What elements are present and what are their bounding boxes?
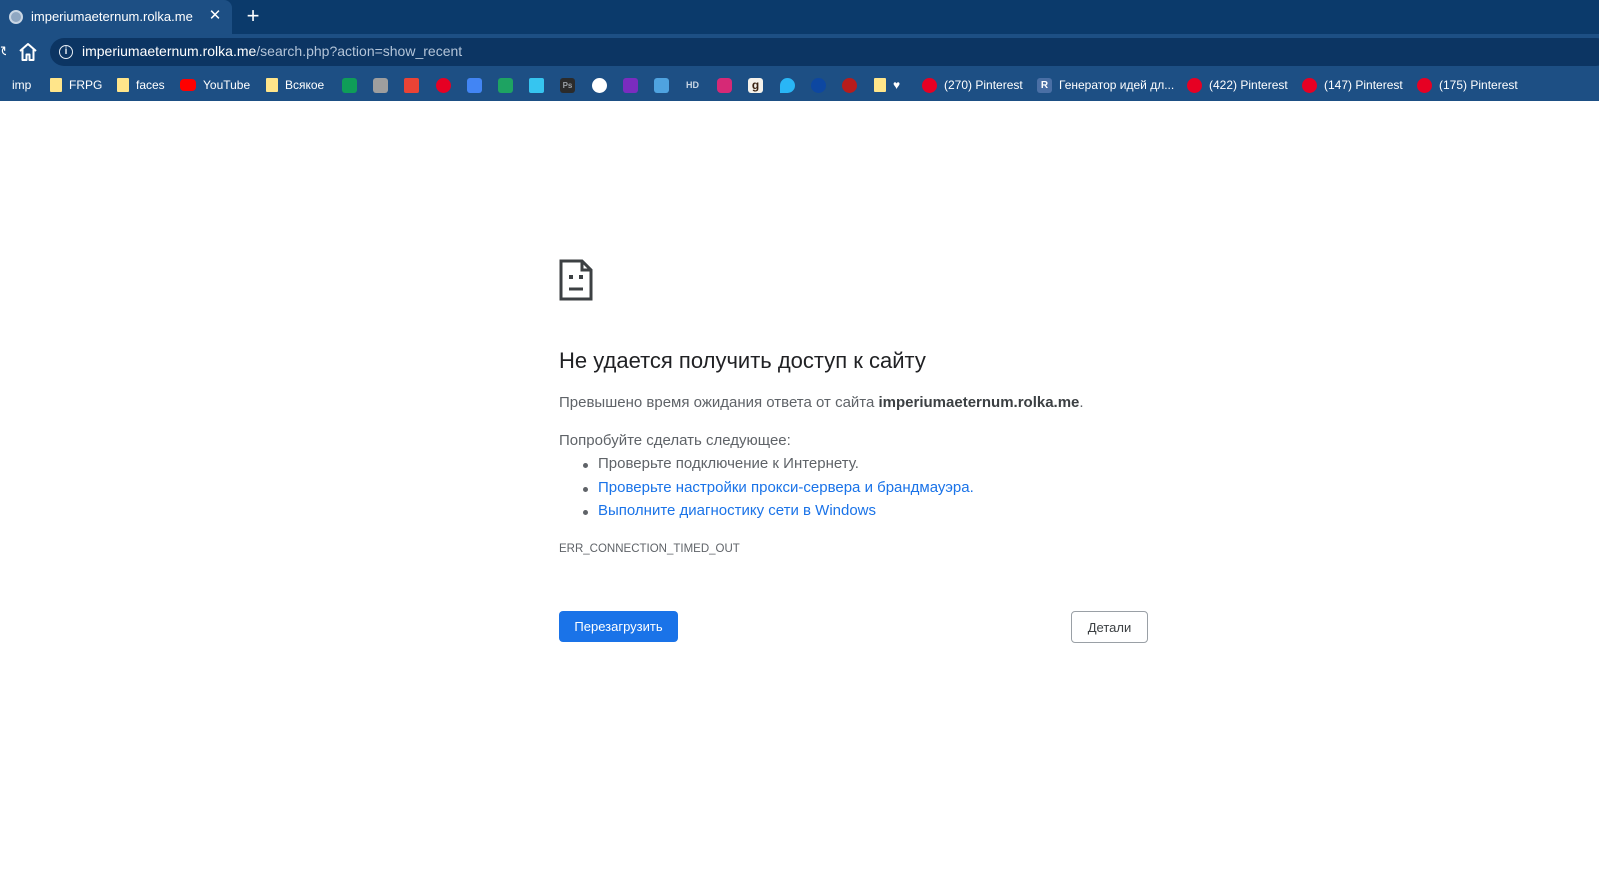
quill-icon <box>842 77 857 93</box>
bookmark-label: Всякое <box>285 78 325 92</box>
bookmark-quill[interactable] <box>842 75 857 95</box>
new-tab-button[interactable]: + <box>242 5 264 27</box>
bookmark-sheets[interactable] <box>342 75 357 95</box>
bookmark-faces[interactable]: faces <box>117 75 165 95</box>
drop-icon <box>780 77 795 93</box>
bookmarks-bar: imp FRPG faces YouTube Всякое Ps HD g ♥ … <box>0 69 1599 101</box>
bookmark-goodreads[interactable]: g <box>748 75 763 95</box>
app-icon <box>498 77 513 93</box>
bookmark-ball[interactable] <box>811 75 826 95</box>
folder-icon <box>50 78 62 92</box>
bookmark-book[interactable] <box>654 75 669 95</box>
bookmark-hd[interactable]: HD <box>685 75 700 95</box>
gmail-icon <box>404 77 419 93</box>
suggestion-proxy-link[interactable]: Проверьте настройки прокси-сервера и бра… <box>559 479 974 503</box>
active-tab[interactable]: imperiumaeternum.rolka.me ✕ <box>0 0 232 34</box>
youtube-icon <box>180 79 196 91</box>
suggestion-diagnostics-link[interactable]: Выполните диагностику сети в Windows <box>559 502 974 526</box>
instagram-icon <box>717 77 732 93</box>
error-description-prefix: Превышено время ожидания ответа от сайта <box>559 394 879 411</box>
bookmark-imp[interactable]: imp <box>0 75 31 95</box>
bookmark-pinterest-422[interactable]: (422) Pinterest <box>1187 75 1288 95</box>
bookmark-24[interactable] <box>592 75 607 95</box>
pinterest-icon <box>436 77 451 93</box>
hd-icon: HD <box>686 79 699 90</box>
bookmark-label: (175) Pinterest <box>1439 78 1518 92</box>
bookmark-purple[interactable] <box>623 75 638 95</box>
pinterest-icon <box>1302 77 1317 93</box>
home-icon[interactable] <box>16 40 40 64</box>
bookmark-folder-heart[interactable]: ♥ <box>874 75 900 95</box>
error-description: Превышено время ожидания ответа от сайта… <box>559 394 1084 411</box>
error-code: ERR_CONNECTION_TIMED_OUT <box>559 543 740 555</box>
url-text[interactable]: imperiumaeternum.rolka.me/search.php?act… <box>82 43 462 59</box>
bookmark-pinterest-270[interactable]: (270) Pinterest <box>922 75 1023 95</box>
app-icon <box>623 77 638 93</box>
tab-title: imperiumaeternum.rolka.me <box>31 9 193 24</box>
reload-button[interactable]: Перезагрузить <box>559 611 678 642</box>
bookmark-pinterest-147[interactable]: (147) Pinterest <box>1302 75 1403 95</box>
bookmark-pinterest[interactable] <box>436 75 451 95</box>
bookmark-label: (147) Pinterest <box>1324 78 1403 92</box>
bookmark-green-app[interactable] <box>498 75 513 95</box>
suggestions-heading: Попробуйте сделать следующее: <box>559 432 791 449</box>
bookmark-vsyakoe[interactable]: Всякое <box>266 75 324 95</box>
address-bar[interactable]: i imperiumaeternum.rolka.me/search.php?a… <box>50 38 1599 66</box>
pinterest-icon <box>1417 77 1432 93</box>
tab-strip: imperiumaeternum.rolka.me ✕ + <box>0 0 1599 34</box>
reload-icon[interactable]: ↻ <box>0 43 6 59</box>
photoshop-icon: Ps <box>560 77 575 93</box>
close-icon[interactable]: ✕ <box>205 6 225 26</box>
ball-icon <box>811 77 826 93</box>
suggestion-check-connection: Проверьте подключение к Интернету. <box>559 455 974 479</box>
bookmark-photoshop[interactable]: Ps <box>560 75 575 95</box>
heart-icon: ♥ <box>893 78 901 92</box>
bookmark-slack[interactable] <box>529 75 544 95</box>
folder-icon <box>874 78 886 92</box>
bookmark-label: Генератор идей дл... <box>1059 78 1175 92</box>
bookmark-gmail[interactable] <box>404 75 419 95</box>
bookmark-frpg[interactable]: FRPG <box>50 75 102 95</box>
goodreads-icon: g <box>748 77 763 93</box>
book-icon <box>654 77 669 93</box>
url-host: imperiumaeternum.rolka.me <box>82 43 257 59</box>
slack-icon <box>529 77 544 93</box>
details-button[interactable]: Детали <box>1071 611 1148 643</box>
url-path: /search.php?action=show_recent <box>256 43 463 59</box>
error-host: imperiumaeternum.rolka.me <box>878 394 1080 411</box>
bookmark-instagram[interactable] <box>717 75 732 95</box>
r-icon: R <box>1037 77 1052 93</box>
bookmark-translate[interactable] <box>467 75 482 95</box>
bookmark-label: YouTube <box>203 78 251 92</box>
bookmark-label: (270) Pinterest <box>944 78 1023 92</box>
sheets-icon <box>342 77 357 93</box>
printer-icon <box>373 77 388 93</box>
bookmark-label: imp <box>12 78 32 92</box>
bookmark-youtube[interactable]: YouTube <box>180 75 250 95</box>
bookmark-pinterest-175[interactable]: (175) Pinterest <box>1417 75 1518 95</box>
bookmark-label: (422) Pinterest <box>1209 78 1288 92</box>
clock-icon <box>592 77 607 93</box>
bookmark-label: faces <box>136 78 165 92</box>
translate-icon <box>467 77 482 93</box>
bookmark-generator[interactable]: R Генератор идей дл... <box>1037 75 1174 95</box>
info-icon[interactable]: i <box>59 45 73 59</box>
suggestions-list: Проверьте подключение к Интернету. Прове… <box>559 455 974 526</box>
pinterest-icon <box>922 77 937 93</box>
pinterest-icon <box>1187 77 1202 93</box>
sad-page-icon <box>559 259 593 301</box>
bookmark-drop[interactable] <box>780 75 795 95</box>
error-description-suffix: . <box>1079 394 1084 411</box>
bookmark-printer[interactable] <box>373 75 388 95</box>
bookmark-label: FRPG <box>69 78 103 92</box>
folder-icon <box>266 78 278 92</box>
toolbar: ↻ i imperiumaeternum.rolka.me/search.php… <box>0 34 1599 69</box>
folder-icon <box>117 78 129 92</box>
globe-icon <box>9 10 23 24</box>
page-title: Не удается получить доступ к сайту <box>559 348 926 373</box>
